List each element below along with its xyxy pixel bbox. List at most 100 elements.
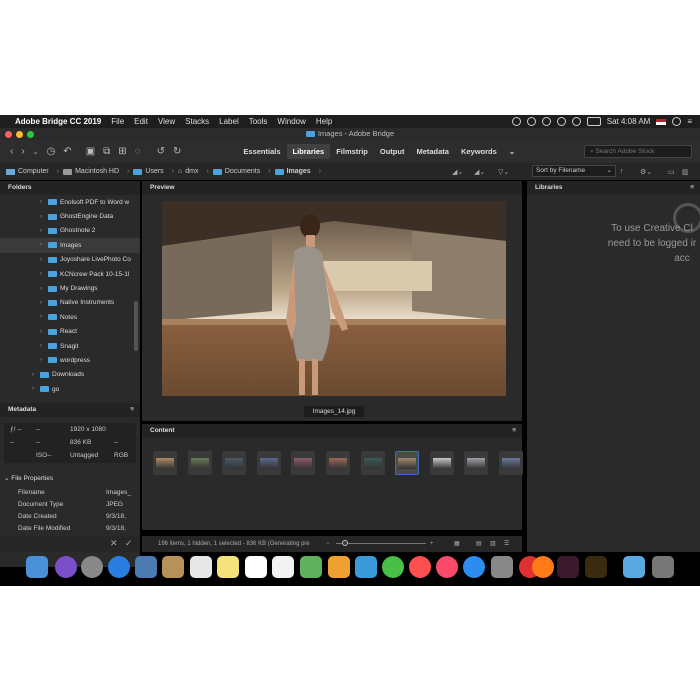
contacts-icon[interactable]	[162, 556, 184, 578]
crumb-computer[interactable]: Computer	[6, 168, 49, 175]
panel-menu-icon[interactable]: ≡	[512, 424, 516, 438]
rotate-left-icon[interactable]: ↺	[157, 146, 165, 157]
thumbnail[interactable]	[326, 451, 350, 475]
tab-keywords[interactable]: Keywords	[455, 144, 503, 159]
trash-icon[interactable]	[652, 556, 674, 578]
sync-icon[interactable]	[526, 117, 536, 126]
reminders-icon[interactable]	[245, 556, 267, 578]
flag-icon[interactable]	[656, 118, 667, 125]
volume-icon[interactable]	[571, 117, 581, 126]
rotate-right-icon[interactable]: ↻	[173, 146, 181, 157]
list-view-icon[interactable]: ☰	[504, 536, 509, 552]
wifi-icon[interactable]	[556, 117, 566, 126]
tab-metadata[interactable]: Metadata	[410, 144, 455, 159]
thumbnail[interactable]	[291, 451, 316, 475]
open-recent-file-icon[interactable]: ⚙⌄	[640, 168, 652, 176]
new-folder-icon[interactable]: ▭	[668, 168, 675, 176]
filter-icon[interactable]: ▽⌄	[498, 168, 509, 176]
grid-view-icon[interactable]: ▦	[454, 536, 460, 552]
folder-item[interactable]: › wordpress	[0, 353, 140, 367]
thumbnail[interactable]	[256, 451, 281, 475]
disclosure-triangle-icon[interactable]: ›	[40, 314, 48, 320]
thumbnail[interactable]	[187, 451, 212, 475]
sort-select[interactable]: Sort by Filename ⌄	[532, 165, 616, 177]
cast-icon[interactable]	[541, 117, 551, 126]
quality-icon[interactable]: ◢⌄	[452, 168, 463, 176]
zoom-out-icon[interactable]: −	[326, 536, 330, 552]
finder-icon[interactable]	[26, 556, 48, 578]
thumbnail-view-icon[interactable]: ▤	[476, 536, 482, 552]
siri-icon[interactable]	[55, 556, 77, 578]
open-recent-icon[interactable]: ⊞	[118, 146, 126, 157]
tab-filmstrip[interactable]: Filmstrip	[330, 144, 374, 159]
disclosure-triangle-icon[interactable]: ›	[40, 228, 48, 234]
notes-icon[interactable]	[217, 556, 239, 578]
folder-item[interactable]: › Images	[0, 238, 140, 253]
details-view-icon[interactable]: ▥	[490, 536, 496, 552]
cancel-icon[interactable]: ✕	[110, 538, 118, 549]
safari-icon[interactable]	[108, 556, 130, 578]
menu-help[interactable]: Help	[311, 117, 337, 126]
workspace-chevron-icon[interactable]: ⌄	[503, 144, 521, 159]
bridge-icon[interactable]	[585, 556, 607, 578]
thumbnail[interactable]	[499, 451, 523, 475]
minimize-icon[interactable]	[16, 131, 23, 138]
folder-scrollbar[interactable]	[134, 301, 138, 351]
camera-icon[interactable]: ▣	[86, 146, 95, 157]
folder-item[interactable]: › Ghostnote 2	[0, 224, 140, 238]
photos-icon[interactable]	[300, 556, 322, 578]
menu-stacks[interactable]: Stacks	[180, 117, 214, 126]
menu-edit[interactable]: Edit	[129, 117, 153, 126]
panel-menu-icon[interactable]: ≡	[690, 181, 694, 195]
sort-direction-icon[interactable]: ↑	[620, 168, 624, 175]
launchpad-icon[interactable]	[81, 556, 103, 578]
status-icon[interactable]	[511, 117, 521, 126]
return-icon[interactable]: ↶	[63, 146, 71, 157]
calendar-icon[interactable]	[190, 556, 212, 578]
close-icon[interactable]	[5, 131, 12, 138]
menu-label[interactable]: Label	[214, 117, 244, 126]
disclosure-triangle-icon[interactable]: ›	[40, 357, 48, 363]
folder-item[interactable]: › Downloads	[0, 368, 140, 382]
tab-output[interactable]: Output	[374, 144, 411, 159]
maps-icon[interactable]	[272, 556, 294, 578]
disclosure-triangle-icon[interactable]: ›	[40, 329, 48, 335]
folder-item[interactable]: › Notes	[0, 310, 140, 324]
system-preferences-icon[interactable]	[491, 556, 513, 578]
disclosure-triangle-icon[interactable]: ›	[32, 372, 40, 378]
thumbnail[interactable]	[222, 451, 247, 475]
folder-item[interactable]: › Enolsoft PDF to Word w	[0, 195, 140, 209]
facetime-icon[interactable]	[355, 556, 377, 578]
thumbnail-size-slider[interactable]	[336, 543, 426, 544]
mail-icon[interactable]	[135, 556, 157, 578]
menu-view[interactable]: View	[153, 117, 180, 126]
thumbnail[interactable]	[360, 451, 385, 475]
crumb-images[interactable]: Images	[274, 168, 311, 175]
disclosure-triangle-icon[interactable]: ›	[40, 271, 48, 277]
crumb-dmx[interactable]: ⌂ dmx	[178, 168, 198, 175]
spinner-icon[interactable]: ◌	[135, 146, 141, 157]
menu-list-icon[interactable]: ≡	[687, 117, 692, 126]
apply-icon[interactable]: ✓	[125, 538, 133, 549]
crumb-users[interactable]: Users	[133, 168, 164, 175]
battery-icon[interactable]	[586, 117, 601, 126]
folder-item[interactable]: › Native Instruments	[0, 296, 140, 310]
disclosure-triangle-icon[interactable]: ›	[40, 300, 48, 306]
menu-file[interactable]: File	[106, 117, 129, 126]
folder-item[interactable]: › KCNcrew Pack 10-15-1l	[0, 267, 140, 281]
folder-item[interactable]: › Snagit	[0, 339, 140, 353]
menu-window[interactable]: Window	[272, 117, 310, 126]
trash-icon[interactable]: ▥	[682, 168, 689, 176]
clock[interactable]: Sat 4:08 AM	[607, 117, 651, 126]
disclosure-triangle-icon[interactable]: ›	[40, 199, 48, 205]
refine-icon[interactable]: ⧉	[103, 146, 110, 157]
disclosure-triangle-icon[interactable]: ›	[40, 242, 48, 248]
folder-item[interactable]: › React	[0, 325, 140, 339]
disclosure-triangle-icon[interactable]: ›	[40, 214, 48, 220]
disclosure-triangle-icon[interactable]: ›	[40, 343, 48, 349]
preview-image[interactable]	[162, 201, 506, 396]
folder-item[interactable]: › GhostEngine Data	[0, 209, 140, 223]
thumbnail[interactable]	[429, 451, 454, 475]
back-icon[interactable]: ‹	[10, 146, 13, 157]
forward-icon[interactable]: ›	[21, 146, 24, 157]
